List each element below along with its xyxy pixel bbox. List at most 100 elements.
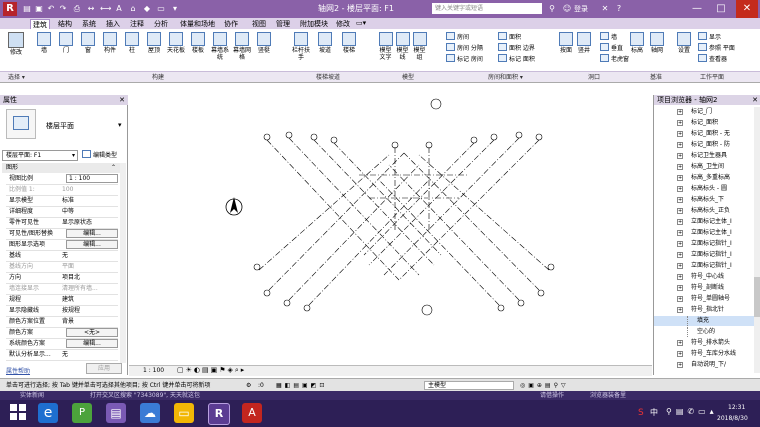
list-item[interactable]: + 标高_多重标高 [654,173,754,183]
tab-10[interactable]: 附加模块 [298,19,330,29]
redo-icon[interactable]: ↷ [58,4,68,14]
revit-logo-icon[interactable]: R [3,2,17,16]
model-button-1[interactable]: 模型线 [395,32,410,61]
binoculars-icon[interactable]: ⚲ [547,4,557,14]
list-item[interactable]: + 标记_面积 [654,118,754,128]
search-input[interactable]: 键入关键字或短语 [432,3,542,14]
drawing-canvas[interactable] [129,95,652,365]
minimize-button[interactable]: — [686,0,708,18]
dimension-icon[interactable]: ⟷ [100,4,111,14]
list-item[interactable]: + 标高标头 - 圆 [654,184,754,194]
list-item[interactable]: + 立面标记指针_I [654,261,754,271]
list-item[interactable]: + 符号_指北针 [654,305,754,315]
panel-label-6[interactable]: 基准 [650,73,662,82]
input-method-icon[interactable]: S [638,408,644,418]
acrobat-icon[interactable]: A [242,403,262,423]
property-row[interactable]: 可见性/图形替换 编辑... [6,229,118,240]
modify-button[interactable]: 修改 [6,32,26,56]
apply-button[interactable]: 应用 [86,363,122,374]
expand-icon[interactable]: + [677,296,683,302]
notif-left[interactable]: 实体新闻 [20,391,44,400]
room-row-5[interactable]: 标记 面积 [498,54,535,64]
tab-9[interactable]: 管理 [274,19,292,29]
property-row[interactable]: 颜色方案 <无> [6,328,118,339]
panel-label-1[interactable]: 构建 [152,73,164,82]
tab-5[interactable]: 分析 [152,19,170,29]
opening-button-3[interactable]: 垂直 [600,43,623,53]
set-workplane-button[interactable]: 设置 [676,32,692,54]
datum-button-1[interactable]: 轴网 [648,32,666,54]
opening-button-1[interactable]: 竖井 [576,32,592,54]
property-edit-button[interactable]: <无> [66,328,118,337]
workplane-row-1[interactable]: 参照 平面 [698,43,735,53]
tab-3[interactable]: 插入 [104,19,122,29]
type-dropdown-icon[interactable]: ▾ [118,121,122,129]
help-icon[interactable]: ? [614,4,624,14]
properties-scrollbar[interactable] [120,163,126,363]
tab-6[interactable]: 体量和场地 [178,19,217,29]
panel-label-2[interactable]: 楼梯坡道 [316,73,340,82]
expand-icon[interactable]: + [677,186,683,192]
ie-icon[interactable]: e [38,403,58,423]
instance-selector[interactable]: 楼层平面: F1 ▾ [2,150,78,161]
build-button-3[interactable]: 构件 [100,32,120,54]
print-icon[interactable]: ⎙ [72,4,82,14]
browser-scroll-thumb[interactable] [754,277,760,317]
property-edit-button[interactable]: 编辑... [66,229,118,238]
tab-1[interactable]: 结构 [56,19,74,29]
explorer-icon[interactable]: ▭ [174,403,194,423]
open-icon[interactable]: ▤ [22,4,32,14]
list-item[interactable]: + 立面标记主体_I [654,217,754,227]
opening-button-4[interactable]: 老虎窗 [600,54,629,64]
list-item[interactable]: + 符号_排水箭头 [654,338,754,348]
list-item[interactable]: + 标高标头_正负 [654,206,754,216]
expand-icon[interactable]: + [677,307,683,313]
expand-icon[interactable]: + [677,241,683,247]
cloud-icon[interactable]: ☁ [140,403,160,423]
panel-label-5[interactable]: 洞口 [588,73,600,82]
opening-button-0[interactable]: 按面 [558,32,574,54]
expand-icon[interactable]: + [677,219,683,225]
build-button-0[interactable]: 墙 [34,32,54,54]
circulation-button-1[interactable]: 坡道 [314,32,336,54]
room-row-1[interactable]: 房间 分隔 [446,43,483,53]
datum-button-0[interactable]: 标高 [628,32,646,54]
expand-icon[interactable]: + [677,230,683,236]
presentation-icon[interactable]: P [72,403,92,423]
language-indicator[interactable]: 中 [650,407,658,418]
tab-8[interactable]: 视图 [250,19,268,29]
list-item[interactable]: + 标记_门 [654,107,754,117]
list-item[interactable]: + 立面标记指针_I [654,250,754,260]
properties-help-link[interactable]: 属性帮助 [6,366,30,375]
list-item[interactable]: + 标高_卫生间 [654,162,754,172]
list-item[interactable]: + 立面标记指针_I [654,239,754,249]
list-item[interactable]: + 标记卫生器具 [654,151,754,161]
build-button-1[interactable]: 门 [56,32,76,54]
save-icon[interactable]: ▣ [34,4,44,14]
expand-icon[interactable]: + [677,208,683,214]
list-item[interactable]: 空心的 [654,327,754,337]
panel-label-4[interactable]: 房间和面积 ▾ [488,73,523,82]
build-button-10[interactable]: 竖梃 [254,32,274,54]
exchange-icon[interactable]: ✕ [600,4,610,14]
clock-time[interactable]: 12:31 [728,404,745,411]
tab-4[interactable]: 注释 [128,19,146,29]
notif-mid[interactable]: 打开交叉区搜索 "7343089", 天天就这包 [90,391,200,400]
expand-icon[interactable]: + [677,142,683,148]
room-row-0[interactable]: 房间 [446,32,469,42]
property-row[interactable]: 视图比例 1 : 100 [6,174,118,185]
circulation-button-2[interactable]: 楼梯 [338,32,360,54]
expand-icon[interactable]: + [677,120,683,126]
list-item[interactable]: + 自动说明_下/ [654,360,754,370]
room-row-2[interactable]: 标记 房间 [446,54,483,64]
expand-icon[interactable]: + [677,164,683,170]
expand-icon[interactable]: + [677,131,683,137]
property-row[interactable]: 系统颜色方案 编辑... [6,339,118,350]
expand-icon[interactable]: + [677,252,683,258]
list-item[interactable]: + 符号_单圆轴号 [654,294,754,304]
text-icon[interactable]: A [114,4,124,14]
browser-scrollbar[interactable] [754,107,760,373]
build-button-6[interactable]: 天花板 [166,32,186,54]
close-icon[interactable]: ✕ [119,95,125,105]
expand-icon[interactable]: + [677,109,683,115]
